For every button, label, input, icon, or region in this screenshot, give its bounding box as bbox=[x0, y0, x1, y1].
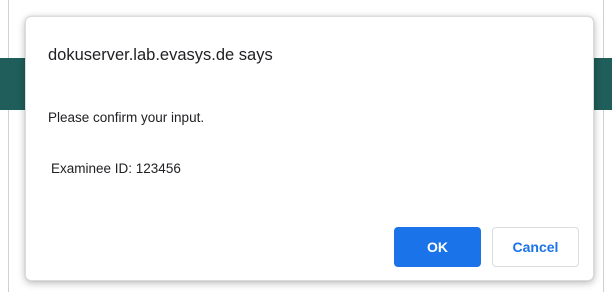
page-border-left bbox=[8, 0, 9, 292]
ok-button[interactable]: OK bbox=[394, 227, 481, 267]
header-band-left bbox=[0, 58, 26, 110]
dialog-message: Please confirm your input. bbox=[48, 110, 205, 125]
examinee-id-text: Examinee ID: 123456 bbox=[51, 161, 181, 176]
cancel-button[interactable]: Cancel bbox=[492, 227, 579, 267]
dialog-title: dokuserver.lab.evasys.de says bbox=[48, 46, 273, 64]
page-border-right bbox=[603, 0, 604, 292]
confirm-dialog: dokuserver.lab.evasys.de says Please con… bbox=[25, 16, 594, 281]
header-band-right bbox=[594, 58, 612, 110]
